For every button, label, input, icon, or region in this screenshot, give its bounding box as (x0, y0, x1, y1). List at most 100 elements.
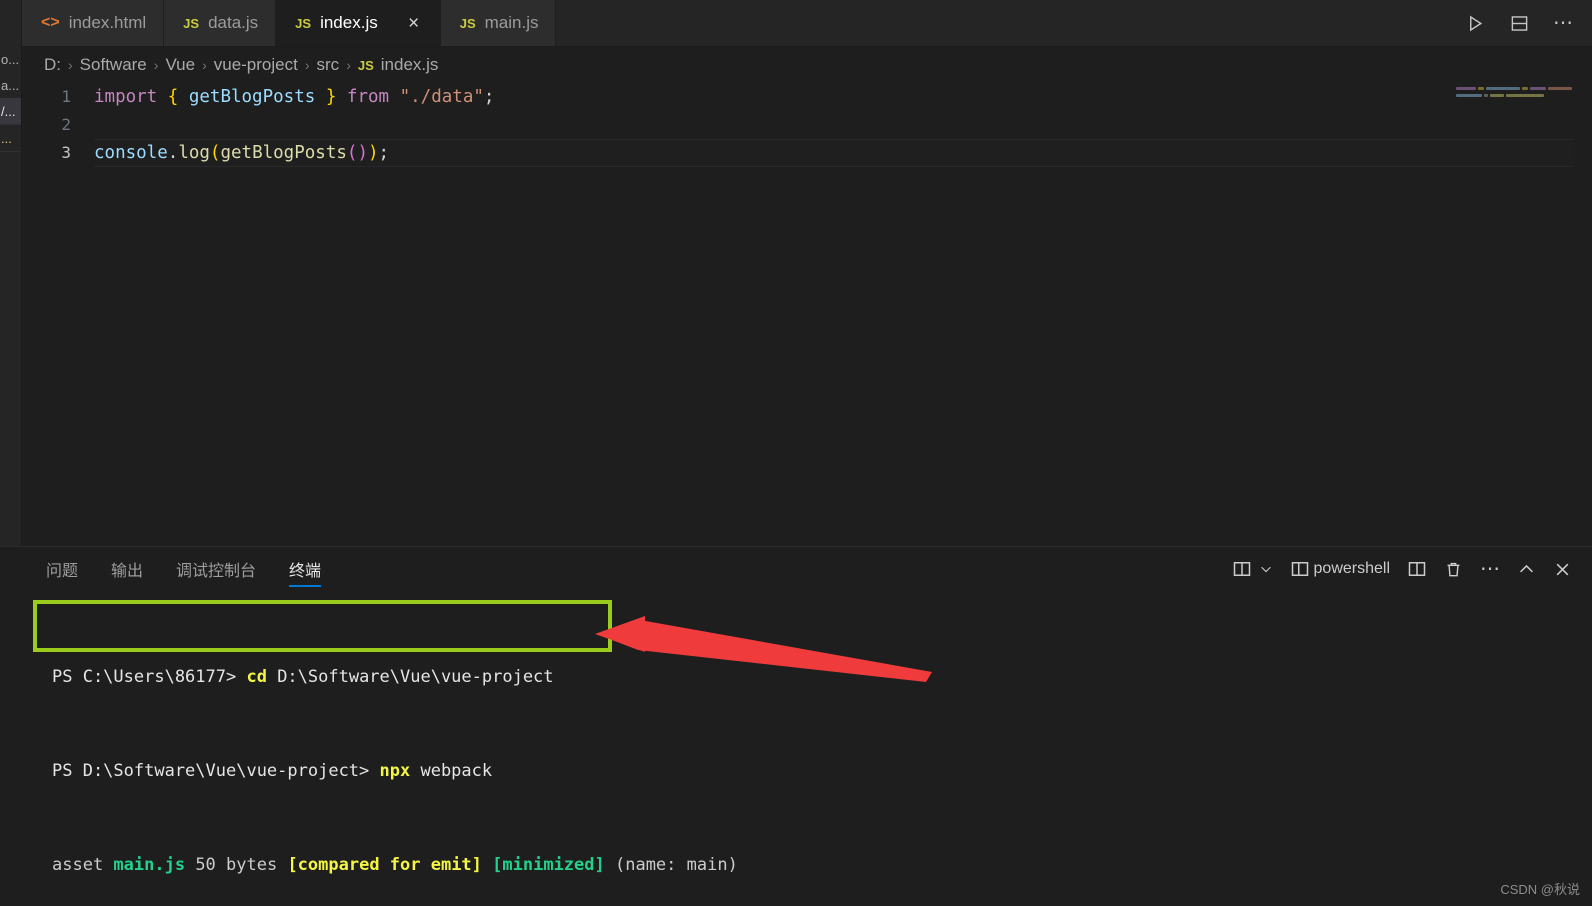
token: ( (346, 143, 358, 163)
token: from (346, 87, 390, 107)
breadcrumb-segment-vue[interactable]: Vue (165, 55, 195, 75)
tab-terminal[interactable]: 终端 (289, 547, 322, 591)
split-terminal-icon[interactable] (1407, 559, 1427, 579)
close-panel-icon[interactable] (1553, 560, 1572, 579)
js-icon: JS (183, 15, 200, 31)
tab-data-js[interactable]: JS data.js (164, 0, 277, 46)
breadcrumb-file[interactable]: index.js (381, 55, 439, 75)
token: PS C:\Users\86177> (52, 666, 247, 687)
breadcrumb-segment-drive[interactable]: D: (44, 55, 61, 75)
terminal-output[interactable]: PS C:\Users\86177> cd D:\Software\Vue\vu… (0, 591, 1592, 906)
watermark: CSDN @秋说 (1500, 882, 1580, 897)
token: console (94, 143, 168, 163)
token: ( (209, 143, 221, 163)
explorer-strip: o... a... /... ... (0, 0, 22, 546)
breadcrumb-segment-src[interactable]: src (317, 55, 340, 75)
token: D:\Software\Vue\vue-project (266, 666, 554, 687)
token: asset (52, 854, 114, 875)
terminal-profile-label: powershell (1313, 560, 1390, 577)
line-text[interactable]: import { getBlogPosts } from "./data"; (94, 83, 1592, 111)
terminal-line: PS D:\Software\Vue\vue-project> npx webp… (52, 760, 1592, 784)
tab-index-html[interactable]: <> index.html (22, 0, 165, 46)
token: webpack (410, 760, 493, 781)
kill-terminal-icon[interactable] (1444, 560, 1463, 579)
close-icon[interactable]: × (405, 14, 423, 33)
token: [compared for emit] (287, 854, 482, 875)
line-text[interactable]: console. log(getBlogPosts()); (94, 139, 1574, 167)
list-item[interactable]: a... (0, 72, 21, 98)
js-icon: JS (459, 15, 476, 31)
divider (0, 151, 21, 152)
list-item-label: ... (1, 130, 12, 146)
token: ; (483, 87, 495, 107)
token: { (167, 87, 189, 107)
panel-more-icon[interactable]: ⋯ (1480, 558, 1500, 580)
token: . (167, 143, 179, 163)
bottom-panel: 问题 输出 调试控制台 终端 powershell ⋯ PS C:\Users\… (0, 546, 1592, 906)
token: 50 bytes (185, 854, 288, 875)
tab-label: 调试控制台 (176, 563, 257, 580)
tab-label: main.js (484, 13, 539, 32)
panel-more-glyph: ⋯ (1480, 558, 1500, 580)
terminal-line: PS C:\Users\86177> cd D:\Software\Vue\vu… (52, 666, 1592, 690)
maximize-panel-icon[interactable] (1517, 560, 1536, 579)
tab-problems[interactable]: 问题 (46, 547, 78, 591)
tab-label: 问题 (46, 563, 79, 580)
token: getBlogPosts (220, 143, 347, 163)
list-item[interactable]: /... (0, 98, 21, 124)
token: (name: main) (604, 854, 738, 875)
list-item-label: a... (1, 77, 20, 93)
tab-debug-console[interactable]: 调试控制台 (176, 547, 256, 591)
tab-main-js[interactable]: JS main.js (440, 0, 557, 46)
vscode-window: o... a... /... ... <> index.html JS data… (0, 0, 1592, 906)
code-content[interactable]: 1 import { getBlogPosts } from "./data";… (22, 83, 1592, 167)
split-editor-down-icon[interactable] (1508, 12, 1530, 34)
token: npx (379, 760, 411, 781)
tab-label: data.js (208, 13, 259, 32)
tab-label: 输出 (111, 563, 144, 580)
run-icon[interactable] (1464, 12, 1486, 34)
chevron-right-icon: › (153, 57, 159, 73)
chevron-right-icon: › (304, 57, 310, 73)
token: cd (246, 666, 267, 687)
token: getBlogPosts (188, 87, 316, 107)
token: PS D:\Software\Vue\vue-project> (52, 760, 380, 781)
tab-label: index.html (68, 13, 147, 32)
code-editor[interactable]: 1 import { getBlogPosts } from "./data";… (22, 83, 1592, 546)
token: } (315, 87, 337, 107)
chevron-right-icon: › (346, 57, 351, 73)
launch-profile-icon[interactable] (1232, 559, 1252, 579)
terminal-line: asset main.js 50 bytes [compared for emi… (52, 854, 1592, 878)
code-line: 1 import { getBlogPosts } from "./data"; (22, 83, 1592, 111)
list-item[interactable]: ... (0, 125, 21, 151)
tab-output[interactable]: 输出 (111, 547, 143, 591)
editor-tab-bar: <> index.html JS data.js JS index.js × J… (22, 0, 1592, 47)
panel-actions: powershell ⋯ (1232, 559, 1578, 579)
code-line: 2 (22, 111, 1592, 139)
line-number: 3 (61, 143, 71, 162)
html-icon: <> (41, 14, 60, 31)
token: main.js (113, 854, 186, 875)
breadcrumb-segment-software[interactable]: Software (80, 55, 147, 75)
more-actions-icon[interactable]: ⋯ (1552, 12, 1574, 34)
js-icon: JS (357, 57, 374, 73)
token: ; (378, 143, 390, 163)
js-icon: JS (295, 15, 312, 31)
terminal-profile-powershell[interactable]: powershell (1290, 559, 1390, 579)
code-line-current: 3 console. log(getBlogPosts()); (22, 139, 1592, 167)
breadcrumb[interactable]: D: › Software › Vue › vue-project › src … (22, 47, 1592, 83)
token: ) (368, 143, 379, 163)
chevron-down-icon[interactable] (1259, 562, 1273, 576)
line-number: 1 (61, 87, 71, 106)
breadcrumb-segment-vue-project[interactable]: vue-project (214, 55, 298, 75)
token: "./data" (399, 87, 484, 107)
tab-label: 终端 (289, 563, 322, 580)
tab-index-js[interactable]: JS index.js × (276, 0, 441, 46)
list-item[interactable]: o... (0, 46, 21, 72)
token: import (94, 87, 168, 107)
chevron-right-icon: › (202, 57, 207, 73)
minimap[interactable] (1456, 87, 1574, 127)
